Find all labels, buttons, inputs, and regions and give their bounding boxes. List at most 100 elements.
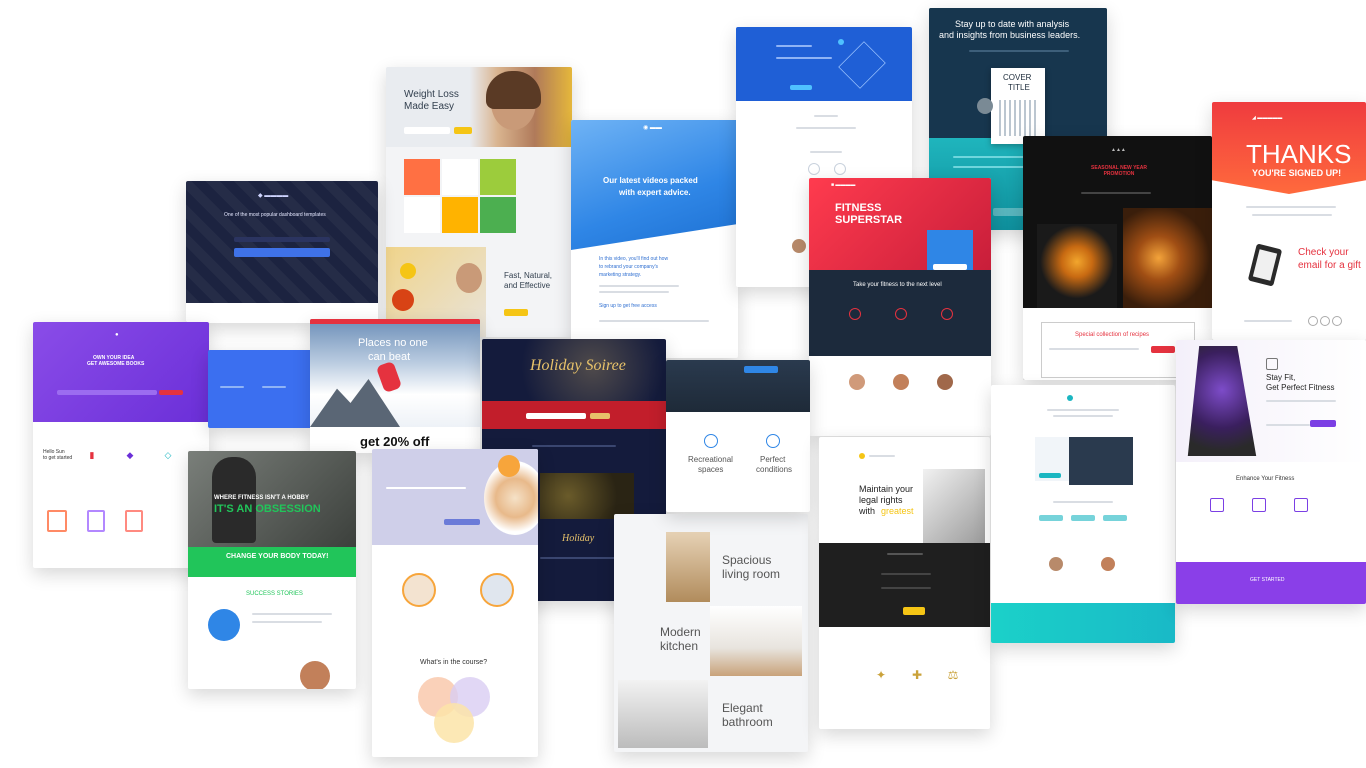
clipboard-icon xyxy=(125,510,143,532)
weightloss-button[interactable] xyxy=(454,127,472,134)
cyan-footer xyxy=(991,603,1175,643)
recreation-item-3: Perfect xyxy=(760,455,786,464)
legal-button[interactable] xyxy=(903,607,925,615)
pumpkin-button[interactable] xyxy=(1151,346,1175,353)
course-title: What's in the course? xyxy=(420,659,488,666)
blue-feature-line-2 xyxy=(262,386,286,388)
thanks-footer-line xyxy=(1244,320,1292,322)
legal-input-2[interactable] xyxy=(881,587,931,589)
holiday-input[interactable] xyxy=(526,413,586,419)
card-legal[interactable]: Maintain your legal rights with greatest… xyxy=(819,437,990,729)
twitter-icon[interactable] xyxy=(1320,316,1330,326)
fitness-title: FITNESS xyxy=(835,202,882,214)
videos-input[interactable] xyxy=(599,320,709,322)
videos-body-2: to rebrand your company's xyxy=(599,264,659,270)
scales-icon: ⚖ xyxy=(947,668,959,682)
cyan-line xyxy=(1047,409,1119,411)
fitgirl-banner[interactable]: GET STARTED xyxy=(1250,577,1284,584)
weightloss-input[interactable] xyxy=(404,127,450,134)
weightloss-sub: Fast, Natural, xyxy=(504,271,553,280)
legal-logo-line xyxy=(869,455,895,457)
card-ski[interactable]: Places no one can beat get 20% off xyxy=(310,319,480,453)
holiday-line xyxy=(532,445,616,447)
blue-button[interactable] xyxy=(790,85,812,90)
card-fitgirl[interactable]: Stay Fit, Get Perfect Fitness Enhance Yo… xyxy=(1176,340,1366,604)
home-icon xyxy=(704,434,718,448)
cyan-button[interactable] xyxy=(1039,473,1061,478)
tablet-icon xyxy=(87,510,105,532)
dark-signup-input[interactable] xyxy=(234,237,330,242)
fitness-logo: ■ ▬▬▬▬ xyxy=(831,182,856,188)
fitgirl-title: Stay Fit, xyxy=(1266,373,1296,382)
rooms-modern-2: kitchen xyxy=(660,639,699,653)
clock-icon xyxy=(895,308,907,320)
cover-title: COVER xyxy=(1003,73,1032,82)
dark-signup-headline: One of the most popular dashboard templa… xyxy=(224,212,326,218)
course-button[interactable] xyxy=(444,519,480,525)
fitgirl-section: Enhance Your Fitness xyxy=(1236,476,1295,482)
obsession-section: SUCCESS STORIES xyxy=(246,591,303,597)
card-videos[interactable]: ◉ ▬▬ Our latest videos packed with exper… xyxy=(571,120,738,358)
weightloss-cta[interactable] xyxy=(504,309,528,316)
tag-icon: ◆ xyxy=(126,449,134,460)
holiday-footer: Holiday xyxy=(562,533,595,544)
card-dark-signup[interactable]: ◆ ▬▬▬▬ One of the most popular dashboard… xyxy=(186,181,378,323)
cover-pattern xyxy=(999,100,1037,136)
dumbbell-icon xyxy=(849,308,861,320)
card-fitness[interactable]: ■ ▬▬▬▬ FITNESS SUPERSTAR Take your fitne… xyxy=(809,178,991,436)
linkedin-icon[interactable] xyxy=(1332,316,1342,326)
card-purple-ebook[interactable]: ● OWN YOUR IDEA GET AWESOME BOOKS Hello … xyxy=(33,322,209,568)
tile-white-2 xyxy=(404,197,440,233)
student-avatar xyxy=(402,573,436,607)
fitgirl-line xyxy=(1266,400,1336,402)
fitgirl-input[interactable] xyxy=(1266,424,1310,426)
obsession-cta[interactable]: CHANGE YOUR BODY TODAY! xyxy=(226,553,328,561)
card-obsession[interactable]: WHERE FITNESS ISN'T A HOBBY IT'S AN OBSE… xyxy=(188,451,356,689)
holiday-title: Holiday Soiree xyxy=(530,357,626,374)
dark-signup-button[interactable] xyxy=(234,248,330,257)
chart-icon-2 xyxy=(1294,498,1308,512)
card-blue-feature[interactable] xyxy=(208,350,312,428)
jackolantern-photo xyxy=(1037,224,1117,308)
card-recreation[interactable]: Recreational spaces Perfect conditions xyxy=(666,360,810,512)
rooms-elegant: Elegant xyxy=(722,701,763,715)
cyan-line-2 xyxy=(1053,415,1113,417)
ski-line: Places no one xyxy=(358,337,428,349)
pumpkin-signup: Special collection of recipes xyxy=(1075,332,1150,338)
videos-cta[interactable]: Sign up to get free access xyxy=(599,303,657,310)
blue-line-2 xyxy=(776,57,832,59)
cyan-avatar-2 xyxy=(1101,557,1115,571)
weightloss-tiles xyxy=(404,159,524,235)
thanks-title: THANKS xyxy=(1246,139,1352,169)
pencil-icon xyxy=(47,510,67,532)
legal-input[interactable] xyxy=(881,573,931,575)
card-cyan-signup[interactable] xyxy=(991,385,1175,643)
cyan-stat-2 xyxy=(1071,515,1095,521)
pumpkin-input[interactable] xyxy=(1049,348,1139,350)
purple-button[interactable] xyxy=(159,390,183,395)
purple-hero xyxy=(33,322,209,422)
pumpkin-logo: ▲▲▲ xyxy=(1111,147,1126,153)
weightloss-title-2: Made Easy xyxy=(404,101,455,112)
card-weight-loss[interactable]: Weight Loss Made Easy Fast, Natural, and… xyxy=(386,67,572,337)
facebook-icon[interactable] xyxy=(1308,316,1318,326)
videos-headline: Our latest videos packed xyxy=(603,176,698,185)
thanks-line xyxy=(1246,206,1336,208)
coach-avatar xyxy=(849,374,865,390)
holiday-button[interactable] xyxy=(590,413,610,419)
card-rooms[interactable]: Spacious living room Modern kitchen Eleg… xyxy=(614,514,808,752)
fitgirl-title-2: Get Perfect Fitness xyxy=(1266,383,1335,392)
card-course[interactable]: What's in the course? xyxy=(372,449,538,757)
ski-discount: get 20% off xyxy=(360,434,430,449)
purple-input[interactable] xyxy=(57,390,157,395)
course-hero-line xyxy=(386,487,466,489)
recreation-button[interactable] xyxy=(744,366,778,373)
analysis-line xyxy=(969,50,1069,52)
blue-feature-line xyxy=(220,386,244,388)
rooms-spacious-2: living room xyxy=(722,567,781,581)
card-thanks[interactable]: ◢ ▬▬▬▬▬ THANKS YOU'RE SIGNED UP! Check y… xyxy=(1212,102,1366,340)
rooms-elegant-2: bathroom xyxy=(722,715,773,729)
fitgirl-button[interactable] xyxy=(1310,420,1336,427)
recreation-item-2: spaces xyxy=(698,465,724,474)
student-avatar-2 xyxy=(480,573,514,607)
